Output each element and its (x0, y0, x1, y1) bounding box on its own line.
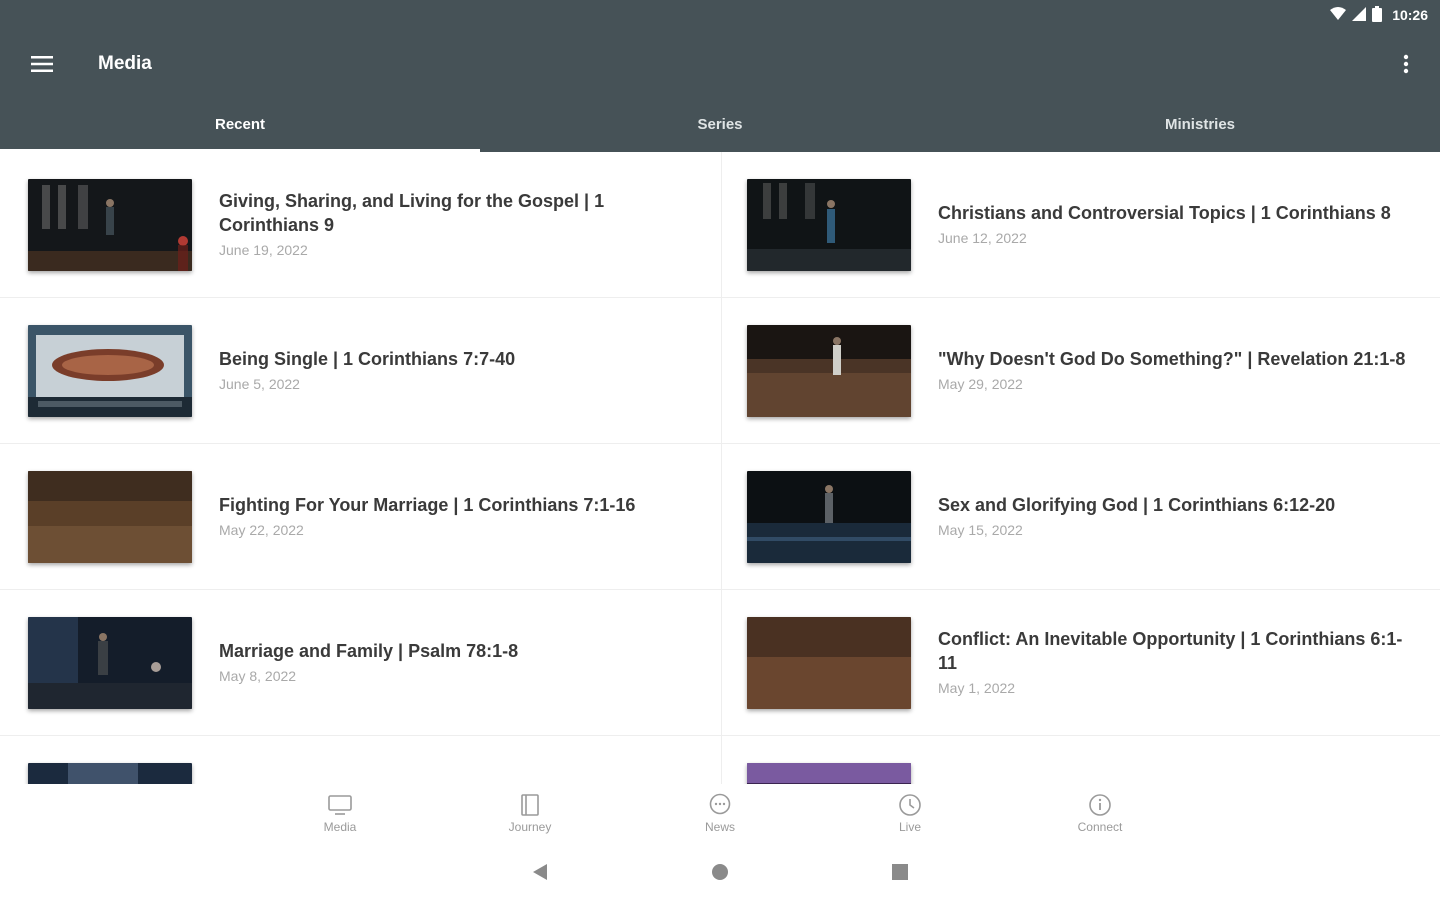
battery-icon (1372, 5, 1383, 25)
media-list-item[interactable] (0, 736, 720, 784)
more-vertical-icon (1403, 54, 1409, 74)
media-thumbnail (28, 470, 192, 563)
recents-button[interactable] (880, 852, 920, 892)
status-time: 10:26 (1392, 7, 1428, 23)
signal-icon (1352, 6, 1367, 24)
media-title: Being Single | 1 Corinthians 7:7-40 (219, 348, 516, 369)
book-icon (521, 794, 539, 816)
media-list-item[interactable]: Giving, Sharing, and Living for the Gosp… (0, 152, 720, 298)
back-button[interactable] (520, 852, 560, 892)
column-divider (721, 152, 722, 784)
media-thumbnail (747, 470, 911, 563)
chat-bubble-icon (709, 793, 731, 815)
media-date: May 29, 2022 (938, 375, 1023, 392)
media-list-item[interactable]: Christians and Controversial Topics | 1 … (720, 152, 1440, 298)
nav-label: Journey (508, 820, 552, 834)
media-date: May 1, 2022 (938, 679, 1016, 696)
media-thumbnail (28, 178, 192, 271)
nav-label: Media (323, 820, 357, 834)
overflow-menu-button[interactable] (1392, 46, 1420, 82)
tv-icon (328, 795, 352, 815)
home-button[interactable] (700, 852, 740, 892)
clock-icon (899, 794, 921, 816)
media-thumbnail (28, 616, 192, 709)
media-list-item[interactable]: Sex and Glorifying God | 1 Corinthians 6… (720, 444, 1440, 590)
nav-journey[interactable]: Journey (435, 784, 625, 844)
system-navigation-bar (0, 844, 1440, 900)
media-thumbnail (747, 178, 911, 271)
media-date: June 19, 2022 (219, 241, 308, 258)
menu-button[interactable] (22, 44, 62, 84)
nav-label: Connect (1077, 820, 1123, 834)
status-bar: 10:26 (0, 0, 1440, 30)
app-bar: Media (0, 30, 1440, 98)
info-icon (1089, 794, 1111, 816)
media-title: Fighting For Your Marriage | 1 Corinthia… (219, 494, 636, 515)
media-title: Conflict: An Inevitable Opportunity | 1 … (938, 628, 1403, 673)
nav-label: Live (898, 820, 921, 834)
media-title: Giving, Sharing, and Living for the Gosp… (219, 190, 605, 235)
media-thumbnail (747, 616, 911, 709)
nav-live[interactable]: Live (815, 784, 1005, 844)
media-list-item[interactable]: "Why Doesn't God Do Something?" | Revela… (720, 298, 1440, 444)
recents-icon (892, 864, 908, 880)
media-thumbnail (28, 324, 192, 417)
bottom-navigation: Media Journey News Live Connect (0, 784, 1440, 844)
wifi-icon (1330, 6, 1347, 24)
back-icon (533, 864, 547, 880)
media-thumbnail (747, 762, 911, 784)
media-date: May 15, 2022 (938, 521, 1023, 538)
media-list: Giving, Sharing, and Living for the Gosp… (0, 152, 1440, 784)
home-icon (712, 864, 728, 880)
nav-news[interactable]: News (625, 784, 815, 844)
media-list-item[interactable]: Marriage and Family | Psalm 78:1-8 May 8… (0, 590, 720, 736)
media-list-item[interactable]: Being Single | 1 Corinthians 7:7-40 June… (0, 298, 720, 444)
media-date: May 22, 2022 (219, 521, 304, 538)
media-title: Christians and Controversial Topics | 1 … (938, 202, 1391, 223)
nav-connect[interactable]: Connect (1005, 784, 1195, 844)
media-date: June 5, 2022 (219, 375, 300, 392)
media-title: Marriage and Family | Psalm 78:1-8 (219, 640, 519, 661)
media-list-item[interactable]: Conflict: An Inevitable Opportunity | 1 … (720, 590, 1440, 736)
page-title: Media (98, 53, 152, 74)
media-title: "Why Doesn't God Do Something?" | Revela… (938, 348, 1406, 369)
media-thumbnail (28, 762, 192, 784)
tab-ministries[interactable]: Ministries (960, 98, 1440, 152)
media-list-item[interactable] (720, 736, 1440, 784)
tab-series[interactable]: Series (480, 98, 960, 152)
media-thumbnail (747, 324, 911, 417)
nav-label: News (704, 820, 735, 834)
media-date: June 12, 2022 (938, 229, 1027, 246)
media-list-item[interactable]: Fighting For Your Marriage | 1 Corinthia… (0, 444, 720, 590)
media-title: Sex and Glorifying God | 1 Corinthians 6… (938, 494, 1336, 515)
tab-bar: Recent Series Ministries (0, 98, 1440, 152)
nav-media[interactable]: Media (245, 784, 435, 844)
hamburger-menu-icon (31, 56, 53, 72)
media-date: May 8, 2022 (219, 667, 297, 684)
tab-recent[interactable]: Recent (0, 98, 480, 152)
